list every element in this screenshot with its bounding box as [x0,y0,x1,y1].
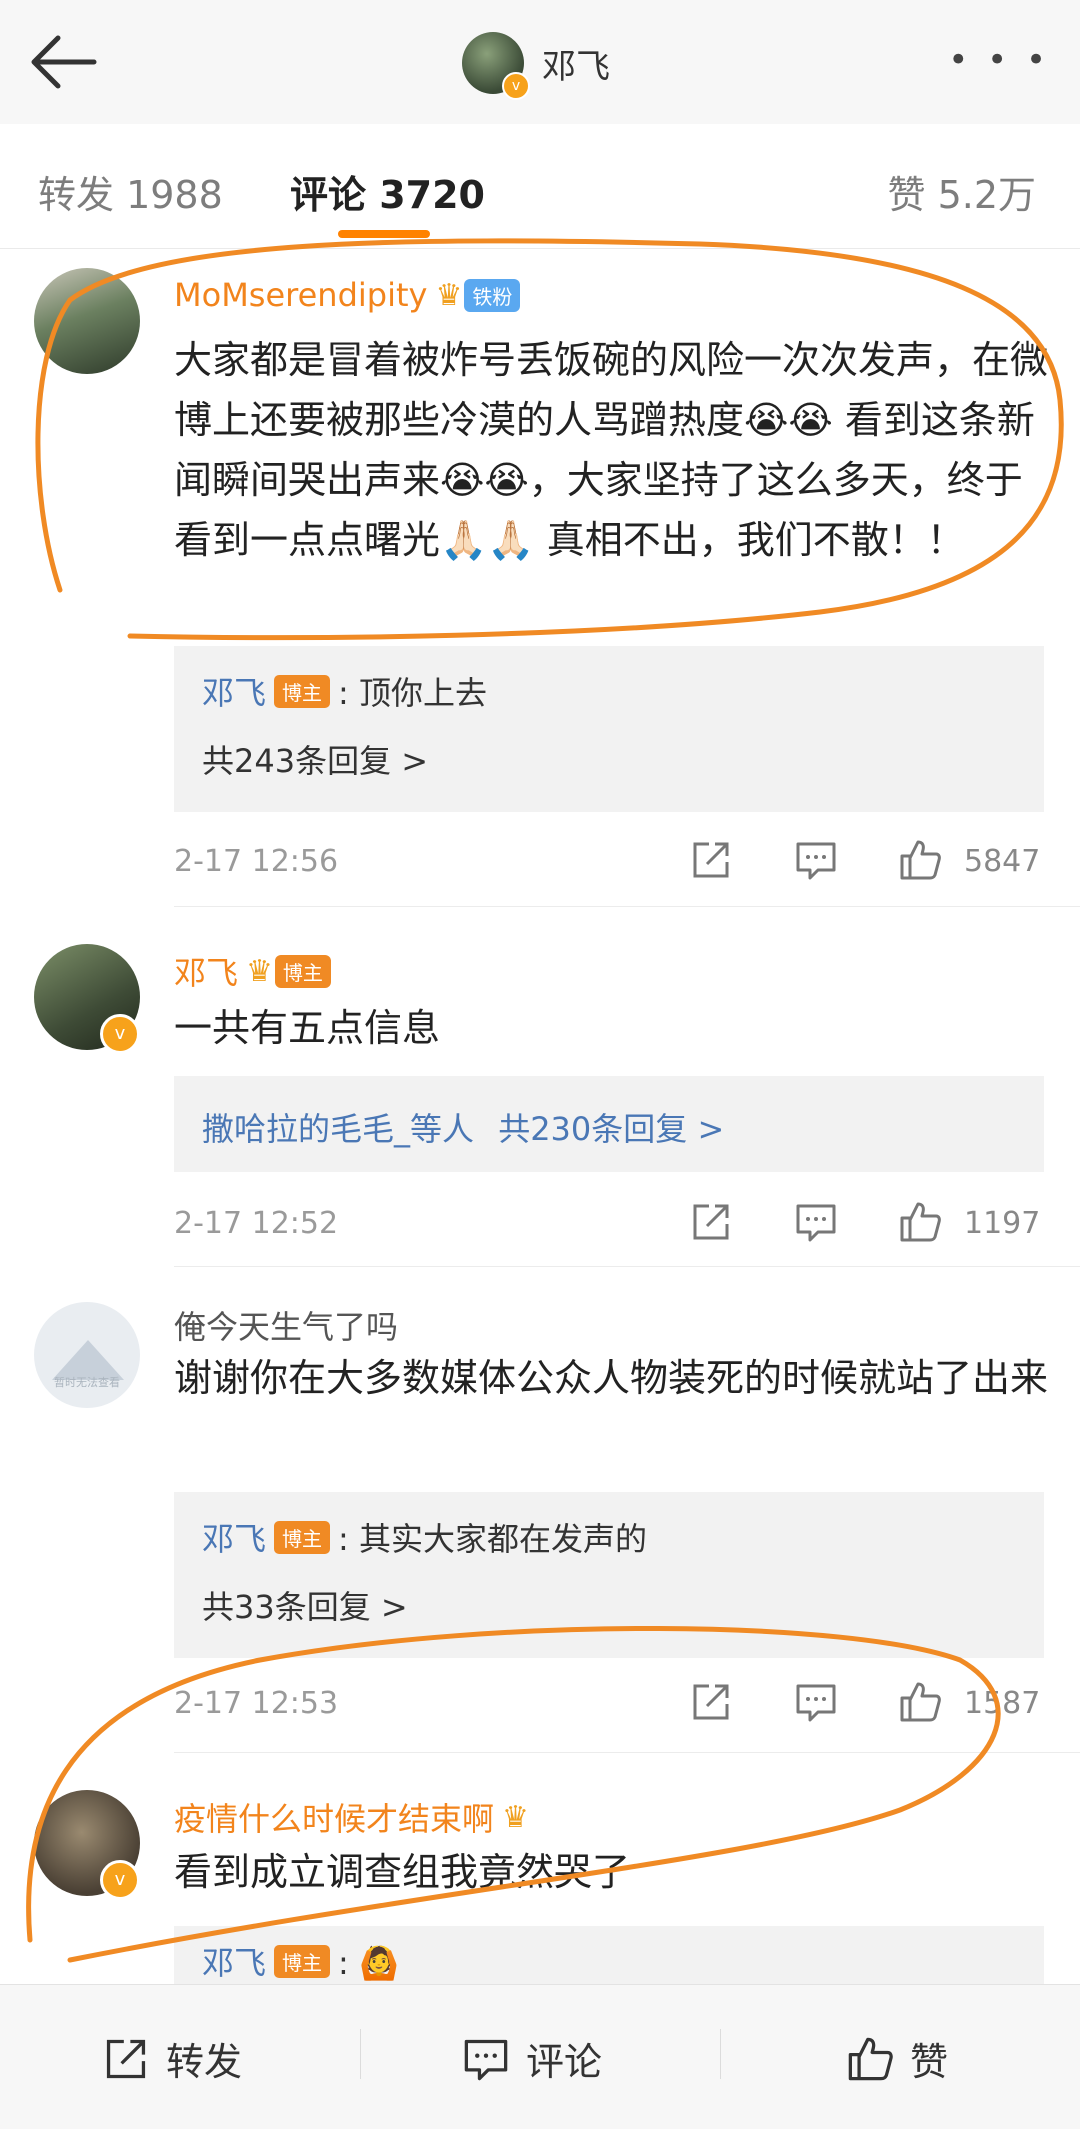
reply-preview[interactable]: 邓飞 博主: 🙆 [202,1938,399,1984]
host-badge: 博主 [274,1521,331,1554]
fan-badge: 铁粉 [464,278,521,312]
avatar[interactable]: 暂时无法查看 [34,1302,140,1408]
more-replies-link[interactable]: 共230条回复 > [498,1110,724,1148]
comment-meta: 2-17 12:56 5847 [174,838,1044,888]
repost-icon [106,2039,146,2078]
host-badge: 博主 [274,675,331,708]
comment-time: 2-17 12:56 [174,844,339,879]
comment-time: 2-17 12:53 [174,1686,339,1721]
comment-author[interactable]: 俺今天生气了吗 [174,1302,398,1348]
crown-icon: ♛ [435,277,463,313]
like-icon[interactable] [898,838,942,882]
reply-box[interactable]: 邓飞 博主: 其实大家都在发声的 共33条回复 > [174,1492,1044,1658]
avatar-caption: 暂时无法查看 [54,1376,120,1389]
back-arrow-icon[interactable] [28,30,98,94]
divider [360,2029,361,2079]
reply-preview[interactable]: 邓飞 博主: 其实大家都在发声的 [202,1514,647,1560]
like-count: 5847 [964,844,1041,879]
reply-preview[interactable]: 邓飞 博主: 顶你上去 [202,668,487,714]
avatar[interactable] [34,268,140,374]
comment-meta: 2-17 12:53 1587 [174,1680,1044,1730]
crown-icon: ♛ [502,1799,529,1835]
tabs-bar: 转发 1988 评论 3720 赞 5.2万 [0,124,1080,249]
like-icon [848,2037,893,2080]
comment-label: 评论 [526,2040,603,2084]
comment-time: 2-17 12:52 [174,1206,339,1241]
like-count: 1197 [964,1206,1041,1241]
reply-icon[interactable] [794,1680,838,1724]
comment-author-name: 疫情什么时候才结束啊 [174,1800,495,1838]
like-icon[interactable] [898,1200,942,1244]
annotation-overlay [26,238,1064,1963]
divider [720,2029,721,2079]
like-count: 1587 [964,1686,1041,1721]
repost-icon[interactable] [689,1680,733,1724]
comment-text: 大家都是冒着被炸号丢饭碗的风险一次次发声，在微博上还要被那些冷漠的人骂蹭热度😭😭… [174,338,1049,562]
comment-author[interactable]: 邓飞 ♛ 博主 [174,948,331,994]
reply-text: : 其实大家都在发声的 [338,1520,647,1558]
tab-comment[interactable]: 评论 3720 [290,164,485,219]
comment-author[interactable]: 疫情什么时候才结束啊 ♛ [174,1794,529,1840]
repost-button[interactable]: 转发 [102,2031,242,2086]
divider [174,1266,1080,1267]
tab-repost[interactable]: 转发 1988 [38,164,223,219]
like-icon[interactable] [898,1680,942,1724]
reply-box[interactable]: 邓飞 博主: 顶你上去 共243条回复 > [174,646,1044,812]
comment-meta: 2-17 12:52 1197 [174,1200,1044,1250]
reply-author[interactable]: 邓飞 [202,674,266,712]
comment-author-name: 俺今天生气了吗 [174,1308,399,1346]
verified-badge-icon: v [100,1014,140,1054]
divider [174,1752,1080,1753]
verified-badge-icon: v [502,72,530,100]
comment-author-name: MoMserendipity [174,276,428,314]
divider [174,906,1080,907]
page-title-group[interactable]: v 邓飞 [462,28,610,100]
top-bar: v 邓飞 • • • [0,0,1080,125]
reply-text: : 🙆 [338,1944,399,1982]
host-badge: 博主 [274,1945,331,1978]
reply-box[interactable]: 邓飞 博主: 🙆 [174,1926,1044,1984]
active-tab-indicator [338,230,430,238]
reply-box[interactable]: 撒哈拉的毛毛_等人 共230条回复 > [174,1076,1044,1172]
verified-badge-icon: v [100,1860,140,1900]
page-title: 邓飞 [542,46,610,87]
more-options-icon[interactable]: • • • [948,40,1050,80]
comment-text: 谢谢你在大多数媒体公众人物装死的时候就站了出来 [174,1356,1049,1400]
more-replies-link[interactable]: 共33条回复 > [202,1582,408,1628]
like-button[interactable]: 赞 [846,2031,948,2086]
repost-icon[interactable] [689,838,733,882]
comment-author-name: 邓飞 [174,954,239,992]
reply-icon[interactable] [794,838,838,882]
host-badge: 博主 [274,954,331,988]
like-label: 赞 [910,2040,949,2084]
reply-icon[interactable] [794,1200,838,1244]
reply-author[interactable]: 邓飞 [202,1944,266,1982]
tab-like[interactable]: 赞 5.2万 [887,164,1036,219]
comment-button[interactable]: 评论 [462,2031,602,2086]
comment-icon [464,2039,508,2080]
comment-author[interactable]: MoMserendipity ♛ 铁粉 [174,276,521,314]
reply-author[interactable]: 邓飞 [202,1520,266,1558]
comment-text: 一共有五点信息 [174,1006,441,1050]
crown-icon: ♛ [246,953,273,989]
bottom-action-bar: 转发 评论 赞 [0,1984,1080,2129]
comment-text: 看到成立调查组我竟然哭了 [174,1850,631,1894]
more-replies-link[interactable]: 共243条回复 > [202,736,428,782]
repost-label: 转发 [166,2040,243,2084]
reply-text: : 顶你上去 [338,674,487,712]
reply-preview[interactable]: 撒哈拉的毛毛_等人 共230条回复 > [202,1104,724,1150]
repost-icon[interactable] [689,1200,733,1244]
author-avatar[interactable]: v [462,32,530,100]
reply-participants[interactable]: 撒哈拉的毛毛_等人 [202,1110,474,1148]
